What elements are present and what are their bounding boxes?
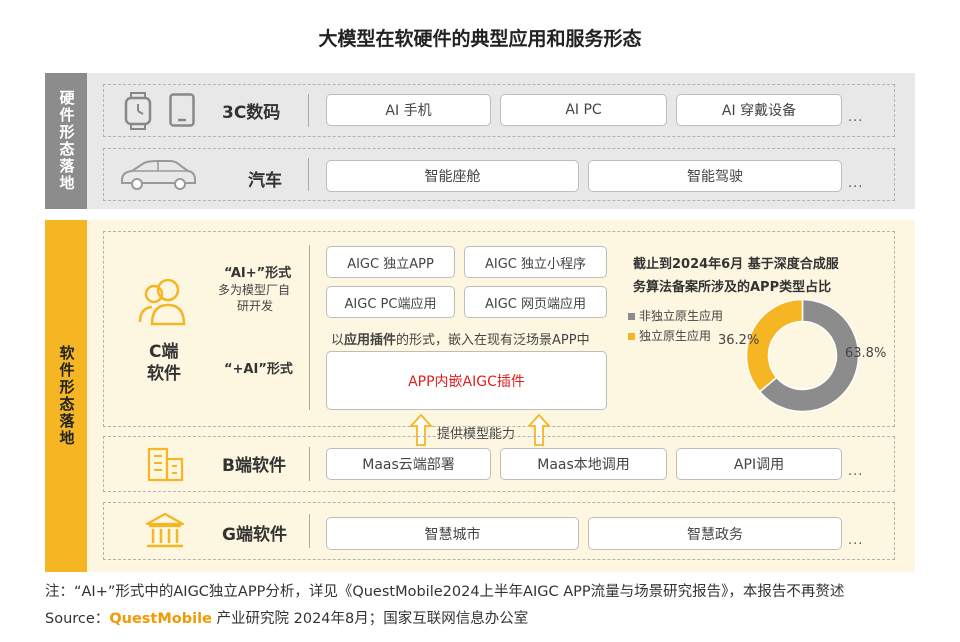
chip-api: API调用 xyxy=(676,448,842,480)
pie-label-0: 63.8% xyxy=(845,346,887,361)
chip-aigc-app: AIGC 独立APP xyxy=(326,246,455,278)
smartwatch-icon xyxy=(124,92,152,130)
more-dots: ... xyxy=(848,464,864,479)
source-line: Source：QuestMobile 产业研究院 2024年8月；国家互联网信息… xyxy=(45,611,529,627)
divider xyxy=(308,94,309,127)
plugin-box: APP内嵌AIGC插件 xyxy=(326,351,607,410)
divider xyxy=(309,245,310,410)
legend-item-0: 非独立原生应用 xyxy=(628,307,723,324)
divider xyxy=(309,447,310,481)
row-label-car: 汽车 xyxy=(248,171,282,191)
legend-item-1: 独立原生应用 xyxy=(628,327,711,344)
plugin-description: 以应用插件的形式，嵌入在现有泛场景APP中 xyxy=(331,333,590,348)
chart-title-line1: 截止到2024年6月 基于深度合成服 xyxy=(633,257,839,272)
row-label-3c: 3C数码 xyxy=(222,103,281,123)
form-plus-ai: “+AI”形式 xyxy=(224,362,293,377)
more-dots: ... xyxy=(848,533,864,548)
car-icon xyxy=(121,160,196,190)
chip-maas-cloud: Maas云端部署 xyxy=(326,448,491,480)
divider xyxy=(308,158,309,191)
page-title: 大模型在软硬件的典型应用和服务形态 xyxy=(318,28,642,50)
chip-ai-wearable: AI 穿戴设备 xyxy=(676,94,842,126)
g-end-label: G端软件 xyxy=(222,525,287,545)
form-ai-plus: “AI+”形式 xyxy=(224,266,292,281)
building-icon xyxy=(147,447,184,482)
form-ai-plus-sub2: 研开发 xyxy=(237,299,274,313)
legend-swatch xyxy=(628,333,635,340)
chip-aigc-web: AIGC 网页端应用 xyxy=(464,286,607,318)
b-end-label: B端软件 xyxy=(222,456,286,476)
form-ai-plus-sub1: 多为模型厂自 xyxy=(218,283,291,297)
chip-smart-cockpit: 智能座舱 xyxy=(326,160,579,192)
pie-label-1: 36.2% xyxy=(718,333,760,348)
chart-title-line2: 务算法备案所涉及的APP类型占比 xyxy=(633,280,832,295)
c-end-label-2: 软件 xyxy=(147,364,181,384)
chip-smart-driving: 智能驾驶 xyxy=(588,160,842,192)
chip-ai-pc: AI PC xyxy=(500,94,667,126)
chip-maas-local: Maas本地调用 xyxy=(500,448,667,480)
chip-ai-phone: AI 手机 xyxy=(326,94,491,126)
users-icon xyxy=(138,278,186,326)
legend-swatch xyxy=(628,313,635,320)
chip-smart-government: 智慧政务 xyxy=(588,517,842,550)
pie-chart xyxy=(745,298,860,413)
software-side-label: 软件形态落地 xyxy=(45,220,87,572)
divider xyxy=(309,514,310,548)
chip-aigc-pc: AIGC PC端应用 xyxy=(326,286,455,318)
hardware-side-label: 硬件形态落地 xyxy=(45,73,87,209)
chip-aigc-miniprogram: AIGC 独立小程序 xyxy=(464,246,607,278)
footnote: 注：“AI+”形式中的AIGC独立APP分析，详见《QuestMobile202… xyxy=(45,584,845,600)
more-dots: ... xyxy=(848,176,864,191)
tablet-icon xyxy=(169,93,195,127)
chip-smart-city: 智慧城市 xyxy=(326,517,579,550)
government-building-icon xyxy=(145,512,185,548)
more-dots: ... xyxy=(848,110,864,125)
